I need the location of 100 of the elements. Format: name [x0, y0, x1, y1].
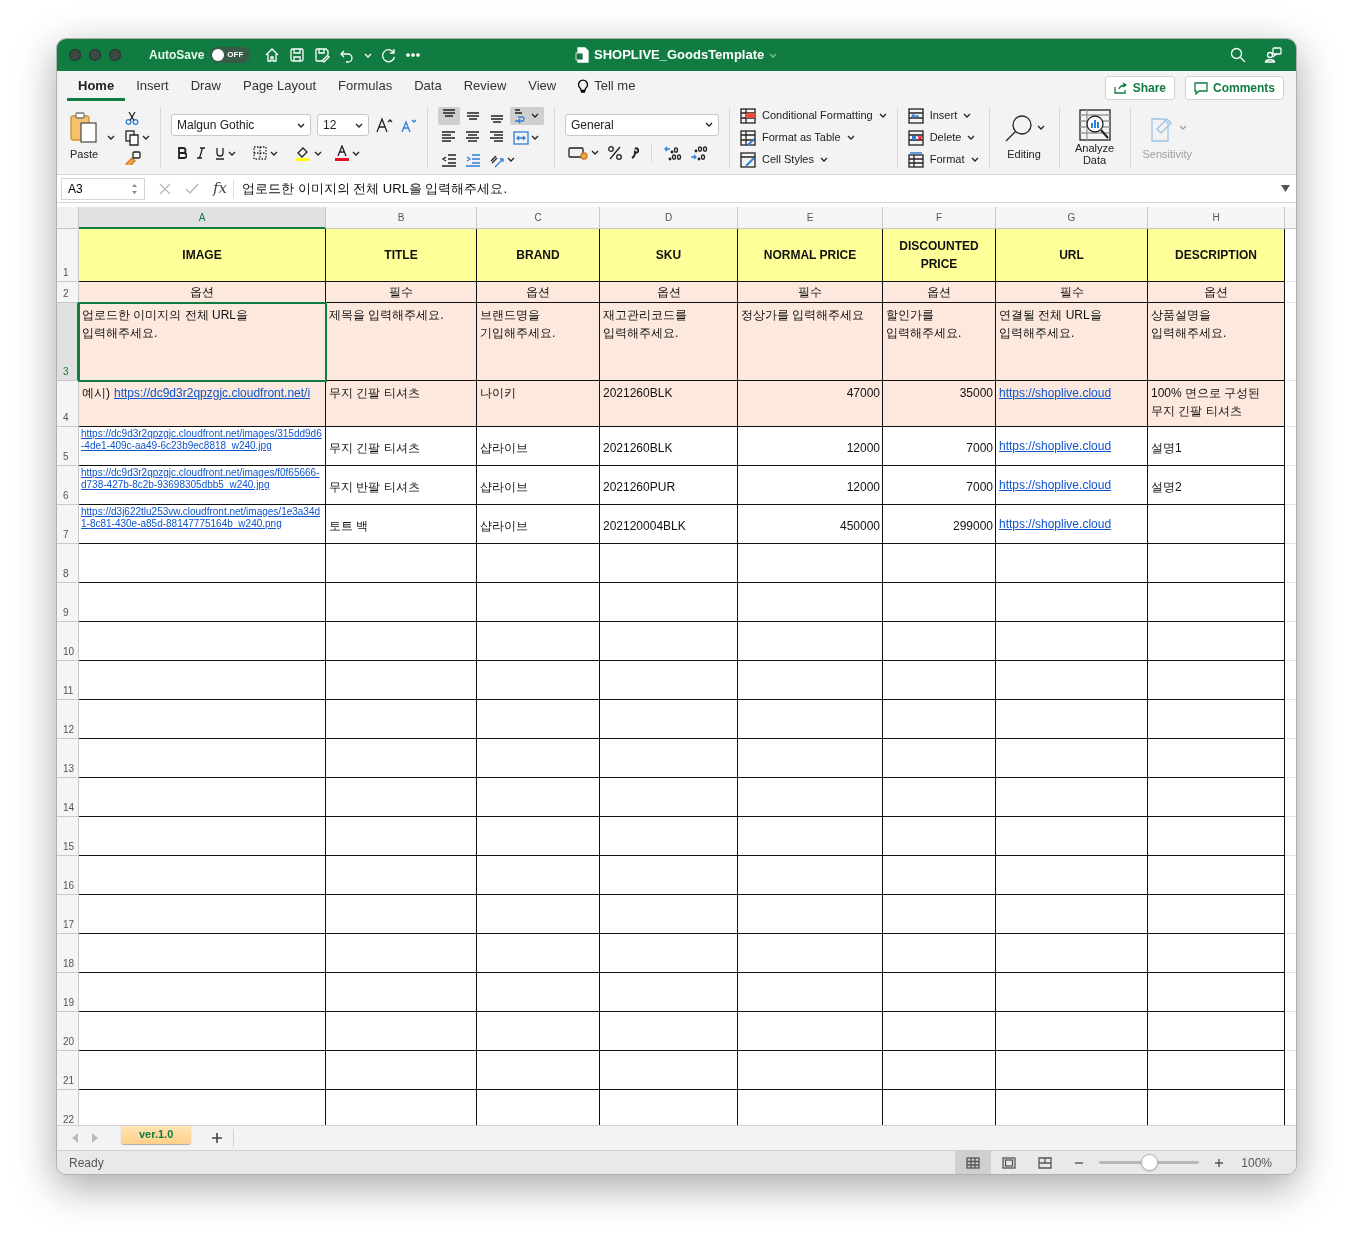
- caret-icon[interactable]: [228, 149, 236, 157]
- table-cell[interactable]: 연결될 전체 URL을 입력해주세요.: [996, 303, 1148, 381]
- row-header[interactable]: 10: [57, 622, 79, 661]
- table-cell[interactable]: 샵라이브: [477, 466, 600, 505]
- row-header[interactable]: 19: [57, 973, 79, 1012]
- table-cell[interactable]: https://shoplive.cloud: [996, 427, 1148, 466]
- comma-style-icon[interactable]: [631, 145, 639, 160]
- table-cell[interactable]: 예시) https://dc9d3r2qpzgjc.cloudfront.net/i: [79, 381, 326, 427]
- ribbon-tab[interactable]: Home: [67, 73, 126, 101]
- borders-icon[interactable]: [253, 146, 267, 160]
- table-cell[interactable]: 나이키: [477, 381, 600, 427]
- table-cell[interactable]: 2021260PUR: [600, 466, 738, 505]
- column-title-cell[interactable]: URL: [996, 229, 1148, 282]
- row-header[interactable]: 17: [57, 895, 79, 934]
- comments-button[interactable]: Comments: [1185, 76, 1284, 100]
- table-cell[interactable]: 옵션: [477, 282, 600, 303]
- cell-link[interactable]: https://dc9d3r2qpzgjc.cloudfront.net/images/f0f65666-d738-427b-8c2b-93698305dbb5_w240.jpg: [81, 467, 323, 491]
- table-cell[interactable]: 설명2: [1148, 466, 1285, 505]
- cell-link[interactable]: https://dc9d3r2qpzgjc.cloudfront.net/i: [114, 386, 311, 400]
- table-cell[interactable]: 12000: [738, 466, 883, 505]
- column-header[interactable]: A: [79, 207, 326, 229]
- tell-me-search[interactable]: Tell me: [594, 75, 636, 96]
- ribbon-menu-button[interactable]: Conditional Formatting: [740, 107, 887, 124]
- table-cell[interactable]: 옵션: [79, 282, 326, 303]
- bold-icon[interactable]: [177, 147, 187, 159]
- ribbon-tab[interactable]: Draw: [179, 73, 232, 101]
- home-icon[interactable]: [264, 47, 281, 63]
- table-cell[interactable]: 업로드한 이미지의 전체 URL을 입력해주세요.: [79, 303, 326, 381]
- italic-icon[interactable]: [196, 147, 206, 159]
- table-cell[interactable]: 설명1: [1148, 427, 1285, 466]
- table-cell[interactable]: 2021260BLK: [600, 381, 738, 427]
- column-title-cell[interactable]: SKU: [600, 229, 738, 282]
- caret-icon[interactable]: [314, 149, 322, 157]
- column-title-cell[interactable]: NORMAL PRICE: [738, 229, 883, 282]
- row-header[interactable]: 5: [57, 427, 79, 466]
- percent-icon[interactable]: [607, 144, 623, 161]
- formula-text[interactable]: 업로드한 이미지의 전체 URL을 입력해주세요.: [242, 178, 508, 199]
- column-title-cell[interactable]: IMAGE: [79, 229, 326, 282]
- insert-function-button[interactable]: fx: [213, 177, 227, 200]
- caret-icon[interactable]: [591, 149, 599, 156]
- table-cell[interactable]: 제목을 입력해주세요.: [326, 303, 477, 381]
- table-cell[interactable]: 할인가를 입력해주세요.: [883, 303, 996, 381]
- table-cell[interactable]: 옵션: [600, 282, 738, 303]
- table-cell[interactable]: 47000: [738, 381, 883, 427]
- row-header[interactable]: 2: [57, 282, 79, 303]
- table-cell[interactable]: 상품설명을 입력해주세요.: [1148, 303, 1285, 381]
- ribbon-tab[interactable]: Insert: [125, 73, 180, 101]
- table-cell[interactable]: 토트 백: [326, 505, 477, 544]
- table-cell[interactable]: 7000: [883, 427, 996, 466]
- table-cell[interactable]: 무지 반팔 티셔츠: [326, 466, 477, 505]
- caret-icon[interactable]: [507, 156, 515, 163]
- add-sheet-icon[interactable]: [211, 1132, 224, 1144]
- share-button[interactable]: Share: [1104, 76, 1175, 100]
- cell-link[interactable]: https://d3j622tlu253vw.cloudfront.net/images/1e3a34d1-8c81-430e-a85d-88147775164b_w240.png: [81, 506, 323, 530]
- table-cell[interactable]: 샵라이브: [477, 427, 600, 466]
- table-cell[interactable]: https://d3j622tlu253vw.cloudfront.net/images/1e3a34d1-8c81-430e-a85d-88147775164b_w240.png: [79, 505, 326, 544]
- caret-icon[interactable]: [270, 149, 278, 157]
- column-header[interactable]: F: [883, 207, 996, 229]
- copy-icon[interactable]: [125, 129, 139, 146]
- font-name-dropdown[interactable]: Malgun Gothic: [171, 114, 311, 136]
- sheet-tab[interactable]: ver.1.0: [121, 1125, 192, 1144]
- ribbon-tab[interactable]: Page Layout: [232, 73, 327, 101]
- ribbon-tab[interactable]: Review: [452, 73, 518, 101]
- table-cell[interactable]: 100% 면으로 구성된 무지 긴팔 티셔츠: [1148, 381, 1285, 427]
- decrease-font-size-icon[interactable]: [399, 117, 417, 133]
- decrease-indent-icon[interactable]: [441, 151, 457, 168]
- name-box[interactable]: A3: [61, 177, 145, 200]
- row-header[interactable]: 6: [57, 466, 79, 505]
- cell-link[interactable]: https://shoplive.cloud: [999, 384, 1112, 402]
- autosave-toggle[interactable]: OFF: [210, 47, 251, 63]
- zoom-in-icon[interactable]: [1215, 1158, 1224, 1167]
- ribbon-menu-button[interactable]: Insert: [907, 107, 979, 124]
- table-cell[interactable]: 35000: [883, 381, 996, 427]
- page-layout-view-icon[interactable]: [1002, 1156, 1017, 1169]
- scissors-icon[interactable]: [125, 110, 139, 125]
- table-cell[interactable]: 7000: [883, 466, 996, 505]
- table-cell[interactable]: 12000: [738, 427, 883, 466]
- column-header[interactable]: D: [600, 207, 738, 229]
- row-header[interactable]: 20: [57, 1012, 79, 1051]
- expand-icon[interactable]: [1281, 185, 1290, 192]
- caret-icon[interactable]: [531, 112, 539, 119]
- table-cell[interactable]: 2021260BLK: [600, 427, 738, 466]
- ribbon-tab[interactable]: View: [517, 73, 568, 101]
- ribbon-menu-button[interactable]: Format: [907, 151, 979, 168]
- row-header[interactable]: 7: [57, 505, 79, 544]
- analyze-data-button[interactable]: Analyze Data: [1069, 109, 1120, 166]
- table-cell[interactable]: 브랜드명을 기입해주세요.: [477, 303, 600, 381]
- column-title-cell[interactable]: BRAND: [477, 229, 600, 282]
- fill-color-icon[interactable]: [295, 145, 311, 161]
- row-header[interactable]: 22: [57, 1090, 79, 1125]
- format-painter-icon[interactable]: [125, 150, 141, 165]
- ribbon-menu-button[interactable]: Cell Styles: [740, 151, 887, 168]
- table-cell[interactable]: https://dc9d3r2qpzgjc.cloudfront.net/images/f0f65666-d738-427b-8c2b-93698305dbb5_w240.jpg: [79, 466, 326, 505]
- caret-icon[interactable]: [107, 134, 115, 141]
- table-cell[interactable]: 무지 긴팔 티셔츠: [326, 427, 477, 466]
- save-icon[interactable]: [289, 47, 306, 63]
- row-header[interactable]: 8: [57, 544, 79, 583]
- table-cell[interactable]: https://shoplive.cloud: [996, 466, 1148, 505]
- row-header[interactable]: 11: [57, 661, 79, 700]
- increase-decimal-icon[interactable]: [664, 144, 682, 161]
